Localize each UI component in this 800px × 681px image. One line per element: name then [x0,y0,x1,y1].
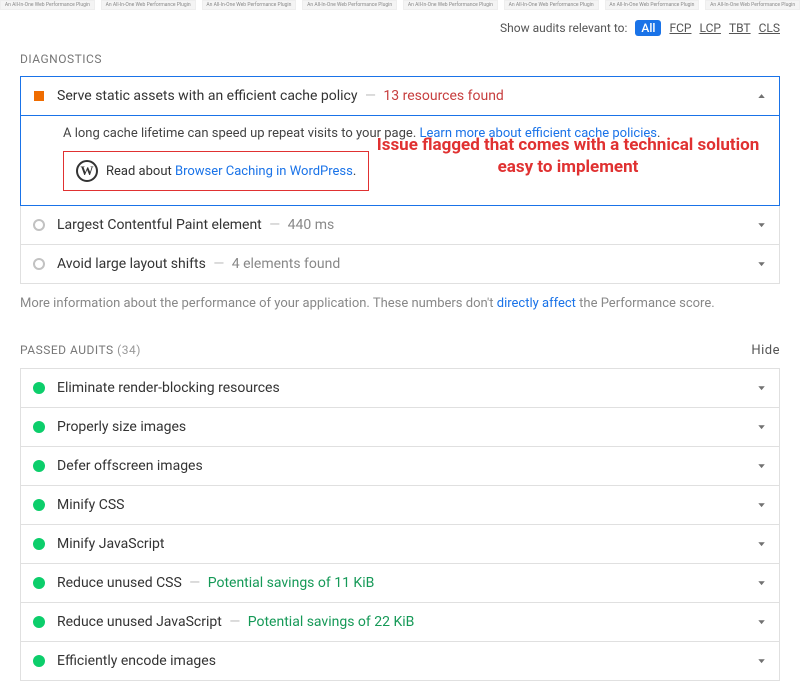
filter-tbt[interactable]: TBT [729,21,751,35]
filmstrip-frame: An All-In-One Web Performance Plugin [705,0,800,10]
audit-description: A long cache lifetime can speed up repea… [63,126,419,141]
passed-audits-list: Eliminate render-blocking resources Prop… [0,368,800,681]
audit-cache-policy-body: A long cache lifetime can speed up repea… [20,116,780,206]
filmstrip-frame: An All-In-One Web Performance Plugin [202,0,297,10]
chevron-down-icon[interactable] [756,499,767,512]
diagnostics-heading: DIAGNOSTICS [0,48,800,76]
audit-title: Properly size images [57,419,186,435]
filter-all[interactable]: All [635,20,661,36]
filmstrip-frame: An All-In-One Web Performance Plugin [0,0,95,10]
read-about-label: Read about [106,164,175,179]
chevron-up-icon[interactable] [756,90,767,103]
learn-more-link[interactable]: Learn more about efficient cache policie… [419,126,657,141]
pass-icon [33,538,45,550]
audit-title: Minify JavaScript [57,536,165,552]
chevron-down-icon[interactable] [756,219,767,232]
wordpress-icon: W [76,160,98,182]
browser-caching-link[interactable]: Browser Caching in WordPress [175,164,353,179]
filter-fcp[interactable]: FCP [669,21,691,35]
passed-audits-heading-row: PASSED AUDITS (34) Hide [0,339,800,368]
chevron-down-icon[interactable] [756,538,767,551]
audit-unused-js[interactable]: Reduce unused JavaScript — Potential sav… [20,603,780,642]
filter-lcp[interactable]: LCP [699,21,720,35]
audit-unused-css[interactable]: Reduce unused CSS — Potential savings of… [20,564,780,603]
audit-title: Avoid large layout shifts [57,256,206,272]
pass-icon [33,421,45,433]
audit-detail: Potential savings of 11 KiB [208,575,375,591]
read-about-box: W Read about Browser Caching in WordPres… [63,151,369,191]
diagnostics-footer: More information about the performance o… [0,284,800,339]
pass-icon [33,655,45,667]
info-icon [33,258,45,270]
filter-cls[interactable]: CLS [759,21,780,35]
audit-layout-shifts[interactable]: Avoid large layout shifts — 4 elements f… [20,245,780,284]
chevron-down-icon[interactable] [756,655,767,668]
audit-detail: 440 ms [288,217,335,233]
audit-cache-policy[interactable]: Serve static assets with an efficient ca… [20,76,780,116]
filmstrip-frame: An All-In-One Web Performance Plugin [504,0,599,10]
audit-render-blocking[interactable]: Eliminate render-blocking resources [20,368,780,408]
chevron-down-icon[interactable] [756,258,767,271]
warning-icon [34,91,44,101]
audit-minify-js[interactable]: Minify JavaScript [20,525,780,564]
filter-label: Show audits relevant to: [500,21,627,35]
info-icon [33,219,45,231]
audit-title: Reduce unused CSS [57,575,182,591]
filmstrip-frame: An All-In-One Web Performance Plugin [403,0,498,10]
pass-icon [33,499,45,511]
audit-title: Serve static assets with an efficient ca… [57,88,357,104]
pass-icon [33,577,45,589]
passed-audits-heading: PASSED AUDITS [20,343,114,357]
audit-defer-offscreen[interactable]: Defer offscreen images [20,447,780,486]
pass-icon [33,616,45,628]
filmstrip-frame: An All-In-One Web Performance Plugin [302,0,397,10]
pass-icon [33,460,45,472]
passed-audits-count: (34) [117,343,141,357]
directly-affect-link[interactable]: directly affect [497,296,576,311]
pass-icon [33,382,45,394]
audit-title: Eliminate render-blocking resources [57,380,280,396]
audit-detail: Potential savings of 22 KiB [248,614,415,630]
audit-title: Reduce unused JavaScript [57,614,222,630]
chevron-down-icon[interactable] [756,616,767,629]
audit-minify-css[interactable]: Minify CSS [20,486,780,525]
filmstrip-frame: An All-In-One Web Performance Plugin [605,0,700,10]
audit-size-images[interactable]: Properly size images [20,408,780,447]
chevron-down-icon[interactable] [756,577,767,590]
audit-filter-row: Show audits relevant to: All FCP LCP TBT… [0,10,800,48]
filmstrip: An All-In-One Web Performance Plugin An … [0,0,800,10]
audit-title: Minify CSS [57,497,124,513]
hide-button[interactable]: Hide [751,343,780,358]
audit-title: Defer offscreen images [57,458,203,474]
filmstrip-frame: An All-In-One Web Performance Plugin [101,0,196,10]
audit-detail: 13 resources found [383,88,503,104]
chevron-down-icon[interactable] [756,421,767,434]
audit-encode-images[interactable]: Efficiently encode images [20,642,780,681]
audit-title: Efficiently encode images [57,653,216,669]
audit-lcp-element[interactable]: Largest Contentful Paint element — 440 m… [20,206,780,245]
chevron-down-icon[interactable] [756,460,767,473]
audit-detail: 4 elements found [232,256,341,272]
chevron-down-icon[interactable] [756,382,767,395]
audit-title: Largest Contentful Paint element [57,217,262,233]
